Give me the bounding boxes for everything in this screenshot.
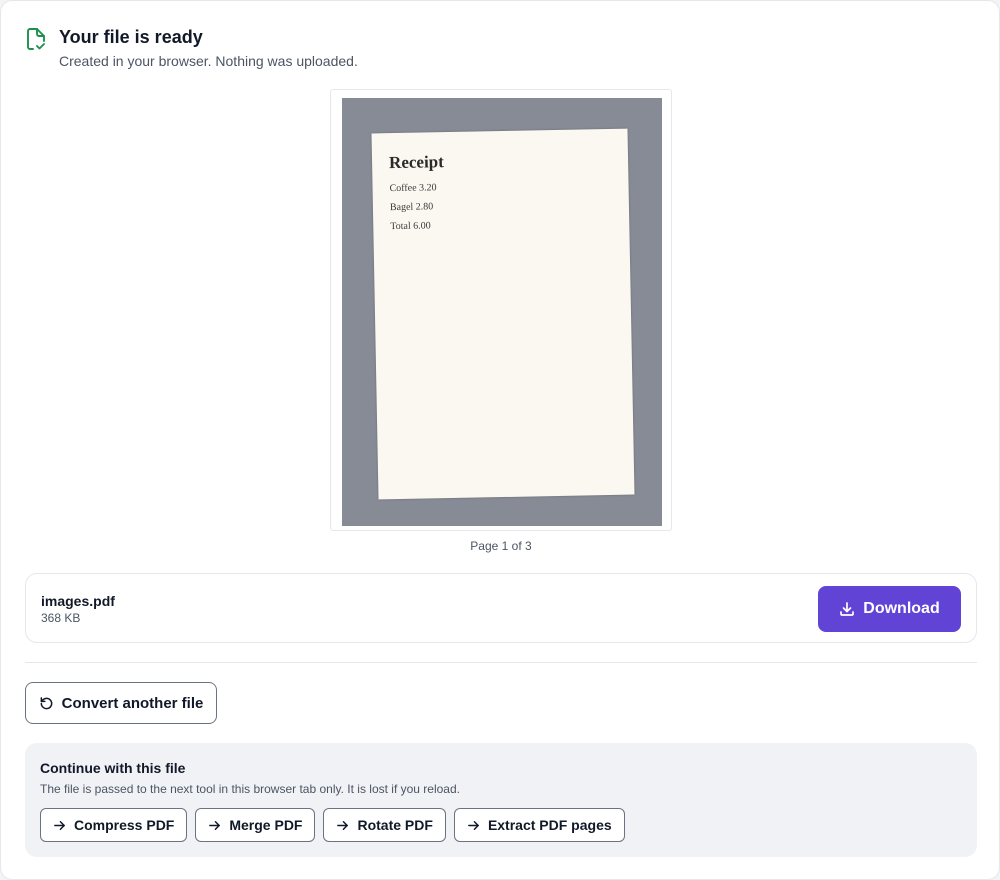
download-label: Download bbox=[863, 600, 940, 617]
convert-another-label: Convert another file bbox=[61, 694, 204, 712]
compress-pdf-button[interactable]: Compress PDF bbox=[40, 808, 188, 842]
rotate-pdf-button[interactable]: Rotate PDF bbox=[323, 808, 446, 842]
receipt-line: Bagel 2.80 bbox=[389, 201, 434, 214]
divider bbox=[25, 662, 977, 663]
tool-label: Rotate PDF bbox=[357, 817, 433, 833]
result-card: Your file is ready Created in your brows… bbox=[0, 0, 1000, 880]
download-icon bbox=[839, 601, 855, 617]
file-check-icon bbox=[25, 27, 47, 51]
download-button[interactable]: Download bbox=[818, 586, 961, 632]
arrow-right-icon bbox=[208, 819, 221, 832]
continue-panel: Continue with this file The file is pass… bbox=[25, 743, 977, 857]
page-indicator: Page 1 of 3 bbox=[470, 539, 532, 553]
page-title: Your file is ready bbox=[59, 27, 203, 47]
file-name: images.pdf bbox=[41, 593, 115, 609]
next-tool-list: Compress PDF Merge PDF Rotate PDF Extrac… bbox=[40, 808, 625, 842]
tool-label: Compress PDF bbox=[74, 817, 175, 833]
pdf-preview: Receipt Coffee 3.20 Bagel 2.80 Total 6.0… bbox=[330, 89, 672, 531]
arrow-right-icon bbox=[53, 819, 66, 832]
convert-another-button[interactable]: Convert another file bbox=[25, 682, 217, 724]
continue-note: The file is passed to the next tool in t… bbox=[40, 782, 460, 796]
receipt-line: Coffee 3.20 bbox=[389, 182, 437, 195]
page-subtitle: Created in your browser. Nothing was upl… bbox=[59, 53, 358, 69]
preview-canvas: Receipt Coffee 3.20 Bagel 2.80 Total 6.0… bbox=[342, 98, 662, 526]
arrow-right-icon bbox=[467, 819, 480, 832]
file-info-row: images.pdf 368 KB Download bbox=[25, 573, 977, 643]
continue-title: Continue with this file bbox=[40, 760, 186, 776]
tool-label: Extract PDF pages bbox=[487, 817, 612, 833]
receipt-page: Receipt Coffee 3.20 Bagel 2.80 Total 6.0… bbox=[371, 128, 635, 500]
receipt-line: Total 6.00 bbox=[390, 220, 431, 233]
tool-label: Merge PDF bbox=[229, 817, 303, 833]
merge-pdf-button[interactable]: Merge PDF bbox=[195, 808, 316, 842]
arrow-right-icon bbox=[336, 819, 349, 832]
file-size: 368 KB bbox=[41, 611, 81, 625]
extract-pdf-pages-button[interactable]: Extract PDF pages bbox=[453, 808, 625, 842]
rotate-ccw-icon bbox=[39, 696, 54, 711]
receipt-title: Receipt bbox=[388, 152, 445, 173]
